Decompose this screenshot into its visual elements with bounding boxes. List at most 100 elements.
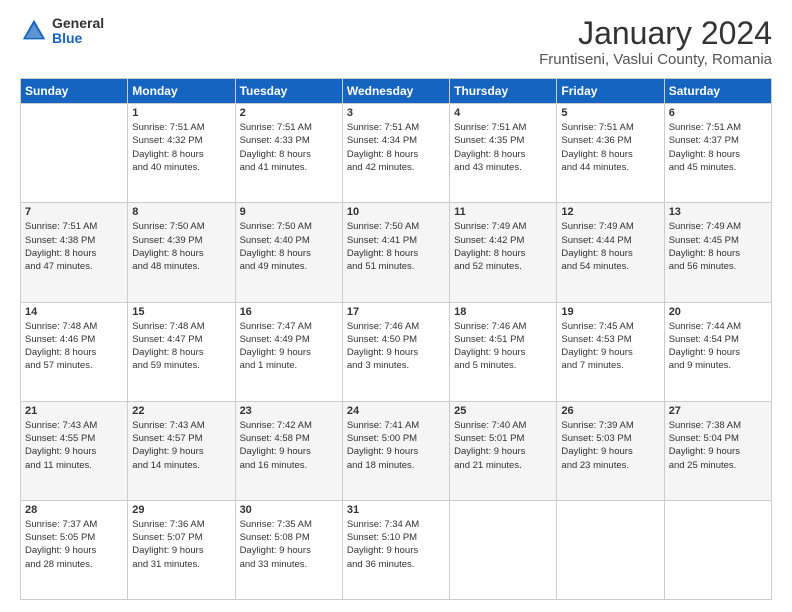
day-number: 26 [561, 405, 659, 417]
day-info: Sunrise: 7:50 AMSunset: 4:41 PMDaylight:… [347, 220, 445, 273]
calendar-cell: 22 Sunrise: 7:43 AMSunset: 4:57 PMDayligh… [128, 401, 235, 500]
calendar-cell: 2Sunrise: 7:51 AMSunset: 4:33 PMDaylight… [235, 104, 342, 203]
calendar-cell: 13 Sunrise: 7:49 AMSunset: 4:45 PMDayligh… [664, 203, 771, 302]
calendar: SundayMondayTuesdayWednesdayThursdayFrid… [20, 78, 772, 600]
calendar-cell: 7 Sunrise: 7:51 AMSunset: 4:38 PMDaylight… [21, 203, 128, 302]
day-number: 29 [132, 504, 230, 516]
calendar-cell: 26 Sunrise: 7:39 AMSunset: 5:03 PMDayligh… [557, 401, 664, 500]
day-info: Sunrise: 7:50 AMSunset: 4:40 PMDaylight:… [240, 220, 338, 273]
calendar-cell: 29 Sunrise: 7:36 AMSunset: 5:07 PMDayligh… [128, 500, 235, 599]
calendar-cell: 28Sunrise: 7:37 AMSunset: 5:05 PMDayligh… [21, 500, 128, 599]
calendar-weekday: Monday [128, 79, 235, 104]
day-number: 14 [25, 306, 123, 318]
calendar-cell: 1 Sunrise: 7:51 AMSunset: 4:32 PMDaylight… [128, 104, 235, 203]
calendar-cell: 16 Sunrise: 7:47 AMSunset: 4:49 PMDayligh… [235, 302, 342, 401]
calendar-cell: 5 Sunrise: 7:51 AMSunset: 4:36 PMDaylight… [557, 104, 664, 203]
day-number: 11 [454, 206, 552, 218]
calendar-row: 28Sunrise: 7:37 AMSunset: 5:05 PMDayligh… [21, 500, 772, 599]
day-number: 27 [669, 405, 767, 417]
day-number: 1 [132, 107, 230, 119]
day-info: Sunrise: 7:43 AMSunset: 4:57 PMDaylight:… [132, 419, 230, 472]
day-info: Sunrise: 7:51 AMSunset: 4:32 PMDaylight:… [132, 121, 230, 174]
calendar-cell: 19 Sunrise: 7:45 AMSunset: 4:53 PMDayligh… [557, 302, 664, 401]
day-info: Sunrise: 7:51 AMSunset: 4:35 PMDaylight:… [454, 121, 552, 174]
calendar-weekday: Sunday [21, 79, 128, 104]
day-number: 10 [347, 206, 445, 218]
logo-blue-text: Blue [52, 31, 104, 46]
day-number: 4 [454, 107, 552, 119]
day-number: 17 [347, 306, 445, 318]
calendar-cell: 20 Sunrise: 7:44 AMSunset: 4:54 PMDayligh… [664, 302, 771, 401]
day-info: Sunrise: 7:36 AMSunset: 5:07 PMDaylight:… [132, 518, 230, 571]
day-info: Sunrise: 7:51 AMSunset: 4:34 PMDaylight:… [347, 121, 445, 174]
day-info: Sunrise: 7:51 AMSunset: 4:36 PMDaylight:… [561, 121, 659, 174]
day-number: 28 [25, 504, 123, 516]
day-info: Sunrise: 7:49 AMSunset: 4:44 PMDaylight:… [561, 220, 659, 273]
calendar-weekday: Thursday [450, 79, 557, 104]
title-block: January 2024 Fruntiseni, Vaslui County, … [539, 16, 772, 68]
day-info: Sunrise: 7:51 AMSunset: 4:38 PMDaylight:… [25, 220, 123, 273]
day-number: 7 [25, 206, 123, 218]
day-number: 18 [454, 306, 552, 318]
day-info: Sunrise: 7:42 AMSunset: 4:58 PMDaylight:… [240, 419, 338, 472]
header: General Blue January 2024 Fruntiseni, Va… [20, 16, 772, 68]
calendar-header-row: SundayMondayTuesdayWednesdayThursdayFrid… [21, 79, 772, 104]
day-info: Sunrise: 7:48 AMSunset: 4:47 PMDaylight:… [132, 320, 230, 373]
calendar-cell: 15Sunrise: 7:48 AMSunset: 4:47 PMDayligh… [128, 302, 235, 401]
day-number: 23 [240, 405, 338, 417]
calendar-cell [21, 104, 128, 203]
calendar-cell: 25 Sunrise: 7:40 AMSunset: 5:01 PMDayligh… [450, 401, 557, 500]
day-info: Sunrise: 7:49 AMSunset: 4:45 PMDaylight:… [669, 220, 767, 273]
day-number: 13 [669, 206, 767, 218]
day-info: Sunrise: 7:44 AMSunset: 4:54 PMDaylight:… [669, 320, 767, 373]
calendar-cell: 14 Sunrise: 7:48 AMSunset: 4:46 PMDayligh… [21, 302, 128, 401]
calendar-row: 7 Sunrise: 7:51 AMSunset: 4:38 PMDaylight… [21, 203, 772, 302]
page: General Blue January 2024 Fruntiseni, Va… [0, 0, 792, 612]
calendar-cell: 12Sunrise: 7:49 AMSunset: 4:44 PMDayligh… [557, 203, 664, 302]
page-title: January 2024 [539, 16, 772, 51]
day-info: Sunrise: 7:47 AMSunset: 4:49 PMDaylight:… [240, 320, 338, 373]
day-info: Sunrise: 7:45 AMSunset: 4:53 PMDaylight:… [561, 320, 659, 373]
calendar-weekday: Saturday [664, 79, 771, 104]
day-info: Sunrise: 7:40 AMSunset: 5:01 PMDaylight:… [454, 419, 552, 472]
calendar-cell [557, 500, 664, 599]
day-info: Sunrise: 7:35 AMSunset: 5:08 PMDaylight:… [240, 518, 338, 571]
day-info: Sunrise: 7:48 AMSunset: 4:46 PMDaylight:… [25, 320, 123, 373]
day-number: 30 [240, 504, 338, 516]
day-number: 8 [132, 206, 230, 218]
calendar-cell [664, 500, 771, 599]
day-info: Sunrise: 7:39 AMSunset: 5:03 PMDaylight:… [561, 419, 659, 472]
day-number: 6 [669, 107, 767, 119]
calendar-cell: 23 Sunrise: 7:42 AMSunset: 4:58 PMDayligh… [235, 401, 342, 500]
calendar-weekday: Tuesday [235, 79, 342, 104]
calendar-cell: 8Sunrise: 7:50 AMSunset: 4:39 PMDaylight… [128, 203, 235, 302]
logo: General Blue [20, 16, 104, 47]
day-number: 21 [25, 405, 123, 417]
day-number: 3 [347, 107, 445, 119]
day-number: 9 [240, 206, 338, 218]
day-number: 31 [347, 504, 445, 516]
calendar-cell: 27 Sunrise: 7:38 AMSunset: 5:04 PMDayligh… [664, 401, 771, 500]
calendar-weekday: Friday [557, 79, 664, 104]
calendar-weekday: Wednesday [342, 79, 449, 104]
day-number: 25 [454, 405, 552, 417]
day-number: 19 [561, 306, 659, 318]
calendar-row: 1 Sunrise: 7:51 AMSunset: 4:32 PMDaylight… [21, 104, 772, 203]
day-number: 22 [132, 405, 230, 417]
calendar-row: 21Sunrise: 7:43 AMSunset: 4:55 PMDayligh… [21, 401, 772, 500]
calendar-cell: 21Sunrise: 7:43 AMSunset: 4:55 PMDayligh… [21, 401, 128, 500]
day-info: Sunrise: 7:38 AMSunset: 5:04 PMDaylight:… [669, 419, 767, 472]
calendar-cell: 18 Sunrise: 7:46 AMSunset: 4:51 PMDayligh… [450, 302, 557, 401]
day-number: 20 [669, 306, 767, 318]
calendar-cell: 4 Sunrise: 7:51 AMSunset: 4:35 PMDaylight… [450, 104, 557, 203]
day-info: Sunrise: 7:46 AMSunset: 4:51 PMDaylight:… [454, 320, 552, 373]
day-number: 16 [240, 306, 338, 318]
page-subtitle: Fruntiseni, Vaslui County, Romania [539, 51, 772, 68]
calendar-cell: 24Sunrise: 7:41 AMSunset: 5:00 PMDayligh… [342, 401, 449, 500]
calendar-cell: 30 Sunrise: 7:35 AMSunset: 5:08 PMDayligh… [235, 500, 342, 599]
calendar-cell: 9 Sunrise: 7:50 AMSunset: 4:40 PMDaylight… [235, 203, 342, 302]
calendar-cell: 6Sunrise: 7:51 AMSunset: 4:37 PMDaylight… [664, 104, 771, 203]
day-number: 24 [347, 405, 445, 417]
day-number: 5 [561, 107, 659, 119]
calendar-cell: 17Sunrise: 7:46 AMSunset: 4:50 PMDayligh… [342, 302, 449, 401]
